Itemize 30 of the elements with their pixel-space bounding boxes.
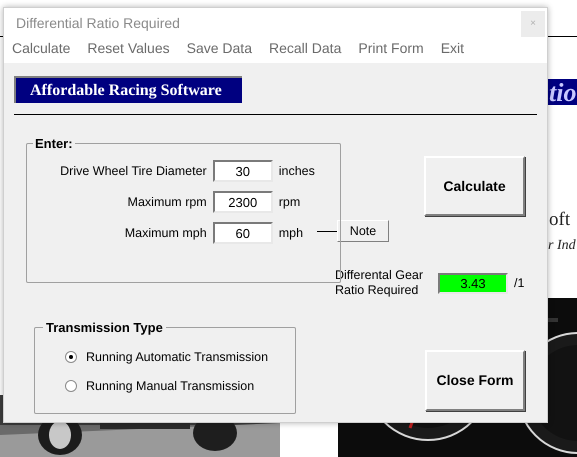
number-field[interactable]: 2300	[212, 191, 273, 213]
radio-button[interactable]	[65, 380, 77, 392]
unit-label: rpm	[278, 194, 302, 211]
calculate-button[interactable]: Calculate	[424, 156, 525, 216]
page-text: oft	[549, 210, 570, 229]
page-text: r Ind	[548, 239, 576, 253]
result-label: Differental Gear Ratio Required	[335, 268, 424, 298]
field-label: Drive Wheel Tire Diameter	[60, 162, 207, 180]
option-label: Running Automatic Transmission	[86, 349, 268, 366]
option-label: Running Manual Transmission	[86, 378, 254, 395]
banner-text: tio	[549, 80, 576, 106]
menu-item[interactable]: Reset Values	[87, 39, 170, 57]
menu-item[interactable]: Print Form	[358, 39, 424, 57]
result-field: 3.43	[438, 272, 508, 294]
note-button[interactable]: Note	[337, 220, 389, 242]
number-field[interactable]: 60	[212, 222, 273, 244]
field-label: Maximum mph	[124, 224, 207, 242]
menu-item[interactable]: Calculate	[12, 39, 70, 57]
menu-item[interactable]: Exit	[440, 39, 464, 57]
number-field[interactable]: 30	[212, 160, 273, 182]
software-banner: Affordable Racing Software	[14, 76, 242, 103]
menu-item[interactable]: Recall Data	[268, 39, 342, 57]
ratio-unit: /1	[514, 274, 524, 292]
window-title: Differential Ratio Required	[16, 14, 180, 33]
menu-item[interactable]: Save Data	[186, 39, 252, 57]
unit-label: mph	[278, 224, 304, 242]
radio-button[interactable]	[65, 351, 77, 364]
field-label: Maximum rpm	[128, 194, 207, 211]
close-form-button[interactable]: Close Form	[425, 350, 525, 411]
unit-label: inches	[278, 162, 316, 180]
